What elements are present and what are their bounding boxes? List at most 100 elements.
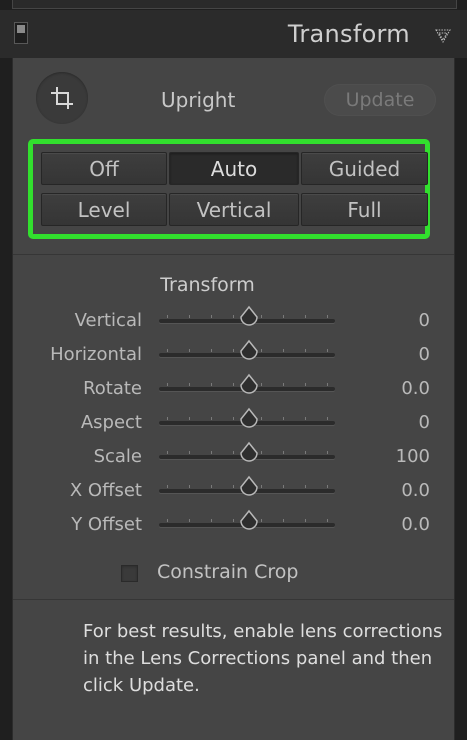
slider-row: X Offset 0.0 [13,474,454,508]
slider-tick [305,519,306,522]
slider-tick [305,383,306,386]
slider-row: Scale 100 [13,440,454,474]
slider-value[interactable]: 0 [419,412,430,433]
slider-tick [211,417,212,420]
slider-tick [233,315,234,318]
slider-label: Rotate [83,378,142,399]
slider-tick [233,519,234,522]
slider-tick [305,315,306,318]
slider-value[interactable]: 0.0 [401,514,430,535]
slider-tick [283,383,284,386]
slider-value[interactable]: 0 [419,344,430,365]
slider-tick [211,349,212,352]
section-divider [13,599,454,600]
constrain-crop-checkbox[interactable] [121,565,138,582]
slider-tick [261,349,262,352]
transform-section-label: Transform [160,274,255,296]
slider-tick [167,315,168,318]
crop-tool-button[interactable] [36,72,88,124]
slider-label: Vertical [74,310,142,331]
slider-tick [261,383,262,386]
slider-tick [261,485,262,488]
slider-tick [327,451,328,454]
crop-overlay-icon [51,87,73,109]
slider-label: Aspect [80,412,142,433]
slider-value[interactable]: 0 [419,310,430,331]
slider-tick [327,485,328,488]
constrain-crop-label[interactable]: Constrain Crop [157,561,298,583]
slider-tick [327,519,328,522]
slider-label: Horizontal [50,344,142,365]
slider-thumb[interactable] [238,474,260,500]
slider-tick [327,383,328,386]
slider-tick [283,417,284,420]
slider-thumb[interactable] [238,372,260,398]
slider-value[interactable]: 0.0 [401,378,430,399]
slider-tick [261,519,262,522]
slider-tick [167,383,168,386]
slider-tick [283,485,284,488]
slider-value[interactable]: 0.0 [401,480,430,501]
slider-tick [305,417,306,420]
slider-label: Y Offset [71,514,142,535]
slider-tick [283,315,284,318]
help-text: For best results, enable lens correction… [83,621,443,696]
slider-tick [327,349,328,352]
upright-vertical-button[interactable]: Vertical [169,193,299,226]
upright-mode-buttons: Off Auto Guided Level Vertical Full [41,152,428,226]
collapse-triangle-icon[interactable] [435,29,451,43]
panel-toggle-icon[interactable] [14,22,28,44]
slider-tick [167,519,168,522]
slider-label: Scale [93,446,142,467]
slider-tick [283,349,284,352]
section-divider [13,254,454,255]
slider-tick [233,349,234,352]
slider-tick [305,451,306,454]
slider-thumb[interactable] [238,338,260,364]
slider-tick [211,383,212,386]
slider-tick [167,485,168,488]
upright-label: Upright [161,88,236,112]
slider-tick [327,417,328,420]
slider-thumb[interactable] [238,406,260,432]
slider-tick [261,451,262,454]
slider-row: Y Offset 0.0 [13,508,454,542]
slider-tick [233,451,234,454]
slider-tick [305,485,306,488]
update-button[interactable]: Update [324,84,436,116]
slider-thumb[interactable] [238,304,260,330]
upright-level-button[interactable]: Level [41,193,167,226]
slider-tick [189,383,190,386]
upright-auto-button[interactable]: Auto [169,152,299,185]
slider-tick [327,315,328,318]
upright-off-button[interactable]: Off [41,152,167,185]
slider-tick [167,417,168,420]
slider-label: X Offset [69,480,142,501]
slider-row: Horizontal 0 [13,338,454,372]
transform-panel: Upright Update Off Auto Guided Level Ver… [12,58,455,740]
slider-tick [189,315,190,318]
slider-tick [189,451,190,454]
slider-thumb[interactable] [238,440,260,466]
slider-tick [305,349,306,352]
slider-tick [189,519,190,522]
slider-tick [211,519,212,522]
upright-full-button[interactable]: Full [301,193,428,226]
slider-tick [233,485,234,488]
panel-title: Transform [287,20,410,48]
transform-section-title: Transform [13,274,454,296]
slider-tick [261,315,262,318]
upright-guided-button[interactable]: Guided [301,152,428,185]
slider-tick [233,417,234,420]
slider-value[interactable]: 100 [396,446,430,467]
slider-row: Rotate 0.0 [13,372,454,406]
slider-tick [189,349,190,352]
slider-tick [283,519,284,522]
slider-tick [211,485,212,488]
slider-row: Aspect 0 [13,406,454,440]
slider-tick [211,315,212,318]
panel-header[interactable]: Transform [0,10,467,58]
slider-tick [283,451,284,454]
slider-tick [167,349,168,352]
slider-thumb[interactable] [238,508,260,534]
